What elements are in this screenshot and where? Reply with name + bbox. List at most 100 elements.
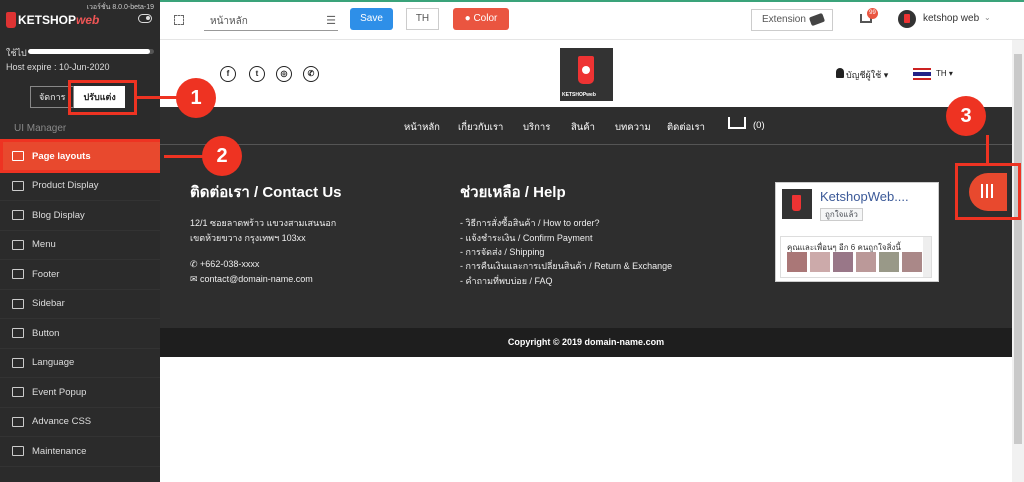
callout-line-1 — [137, 96, 177, 99]
chevron-down-icon[interactable]: ⌄ — [984, 13, 991, 22]
extension-button[interactable]: Extension — [751, 9, 833, 31]
copyright: Copyright © 2019 domain-name.com — [160, 328, 1012, 357]
facebook-page-widget[interactable]: KetshopWeb.... ถูกใจแล้ว คุณและเพื่อนๆ อ… — [775, 182, 939, 282]
usage-progress-fill — [28, 49, 151, 54]
sidebar-item-label: Blog Display — [32, 209, 85, 221]
help-link[interactable]: - วิธีการสั่งซื้อสินค้า / How to order? — [460, 216, 600, 230]
fb-like-button[interactable]: ถูกใจแล้ว — [820, 208, 863, 221]
page-scrollbar[interactable] — [1012, 40, 1024, 482]
ui-manager-menu: Page layouts Product Display Blog Displa… — [0, 142, 160, 467]
sidebar-item-label: Footer — [32, 268, 60, 280]
sidebar-item-blog-display[interactable]: Blog Display — [0, 201, 160, 231]
toggle-icon[interactable] — [138, 14, 152, 23]
nav-item-products[interactable]: สินค้า — [571, 120, 595, 135]
page-logo — [782, 189, 812, 219]
sidebar-item-label: Event Popup — [32, 386, 87, 398]
list-icon: ☰ — [326, 15, 336, 27]
friend-avatar — [902, 252, 922, 272]
nav-item-articles[interactable]: บทความ — [615, 120, 651, 135]
scroll-thumb[interactable] — [1014, 54, 1022, 444]
cart-icon[interactable] — [728, 117, 746, 129]
language-icon — [12, 357, 24, 368]
sidebar-item-advance-css[interactable]: Advance CSS — [0, 408, 160, 437]
help-title: ช่วยเหลือ / Help — [460, 184, 566, 201]
nav-item-services[interactable]: บริการ — [523, 120, 550, 135]
sidebar-item-label: Advance CSS — [32, 416, 92, 428]
brand-suffix: web — [76, 13, 100, 27]
bug-icon — [12, 446, 24, 457]
instagram-icon[interactable]: ◎ — [276, 66, 292, 82]
callout-line-3 — [986, 135, 989, 163]
bottle-logo-icon — [578, 56, 594, 84]
sidebar-item-button[interactable]: Button — [0, 319, 160, 349]
sidebar-item-maintenance[interactable]: Maintenance — [0, 437, 160, 467]
sidebar-item-event-popup[interactable]: Event Popup — [0, 378, 160, 408]
nav-item-contact[interactable]: ติดต่อเรา — [667, 120, 705, 135]
cart-count: (0) — [753, 120, 765, 131]
sidebar-item-language[interactable]: Language — [0, 349, 160, 378]
friend-avatar — [833, 252, 853, 272]
sidebar-icon — [12, 298, 24, 309]
blog-icon — [12, 210, 24, 221]
bottle-logo-icon — [6, 12, 16, 28]
phone-icon[interactable]: ✆ — [303, 66, 319, 82]
help-link[interactable]: - แจ้งชำระเงิน / Confirm Payment — [460, 231, 592, 245]
save-button[interactable]: Save — [350, 8, 393, 30]
sidebar-item-footer[interactable]: Footer — [0, 260, 160, 290]
callout-highlight-2 — [0, 139, 164, 173]
sidebar-item-label: Button — [32, 327, 60, 339]
contact-email[interactable]: ✉ contact@domain-name.com — [190, 274, 313, 285]
page-select-value: หน้าหลัก — [210, 16, 248, 27]
friend-avatar — [856, 252, 876, 272]
menu-icon — [12, 239, 24, 250]
sidebar-item-product-display[interactable]: Product Display — [0, 172, 160, 201]
cart-badge: 99 — [867, 8, 878, 19]
contact-phone-text: +662-038-xxxx — [200, 259, 260, 269]
site-language[interactable]: TH ▾ — [936, 69, 953, 78]
thai-flag-icon[interactable] — [913, 68, 931, 80]
site-preview: f t ◎ ✆ KETSHOPweb บัญชีผู้ใช้ ▾ TH ▾ หน… — [160, 40, 1012, 482]
sidebar-item-sidebar[interactable]: Sidebar — [0, 290, 160, 319]
account-menu[interactable]: บัญชีผู้ใช้ ▾ — [846, 68, 888, 82]
fullscreen-icon[interactable] — [174, 15, 184, 25]
help-link[interactable]: - การคืนเงินและการเปลี่ยนสินค้า / Return… — [460, 259, 672, 273]
fb-scrollbar[interactable] — [923, 237, 931, 277]
language-button[interactable]: TH — [406, 8, 439, 30]
callout-highlight-1 — [68, 80, 137, 115]
sidebar-item-label: Sidebar — [32, 298, 65, 310]
facebook-icon[interactable]: f — [220, 66, 236, 82]
page-select[interactable]: หน้าหลัก ☰ — [204, 9, 338, 31]
address-line-1: 12/1 ซอยลาดพร้าว แขวงสามเสนนอก — [190, 218, 337, 228]
sidebar-item-menu[interactable]: Menu — [0, 231, 160, 260]
footer-icon — [12, 269, 24, 280]
user-name[interactable]: ketshop web — [923, 13, 979, 24]
popup-icon — [12, 387, 24, 398]
friend-avatar — [787, 252, 807, 272]
help-link[interactable]: - คำถามที่พบบ่อย / FAQ — [460, 274, 552, 288]
site-nav: หน้าหลัก เกี่ยวกับเรา บริการ สินค้า บทคว… — [160, 107, 1012, 145]
plug-icon — [808, 12, 826, 27]
fb-page-name[interactable]: KetshopWeb.... — [820, 189, 909, 204]
friend-avatar — [810, 252, 830, 272]
toggle-icon — [12, 328, 24, 339]
editor-toolbar: หน้าหลัก ☰ Save TH ● Color Extension 99 … — [160, 0, 1024, 40]
site-logo[interactable]: KETSHOPweb — [560, 48, 613, 101]
sidebar-item-label: Language — [32, 357, 75, 369]
twitter-icon[interactable]: t — [249, 66, 265, 82]
contact-email-text: contact@domain-name.com — [200, 274, 313, 284]
nav-item-home[interactable]: หน้าหลัก — [404, 120, 440, 135]
usage-label: ใช้ไป — [6, 48, 27, 58]
contact-phone: ✆ +662-038-xxxx — [190, 259, 259, 270]
help-link[interactable]: - การจัดส่ง / Shipping — [460, 245, 544, 259]
friend-avatar — [879, 252, 899, 272]
color-button[interactable]: ● Color — [453, 8, 509, 30]
css-icon — [12, 416, 24, 427]
brand-logo[interactable]: KETSHOP web — [6, 12, 99, 28]
nav-item-about[interactable]: เกี่ยวกับเรา — [458, 120, 503, 135]
extension-label: Extension — [762, 14, 806, 25]
callout-line-2 — [164, 155, 204, 158]
sidebar-item-label: Menu — [32, 239, 56, 251]
avatar[interactable] — [898, 10, 916, 28]
brand-name: KETSHOP — [18, 13, 77, 27]
sidebar-item-label: Product Display — [32, 180, 99, 192]
